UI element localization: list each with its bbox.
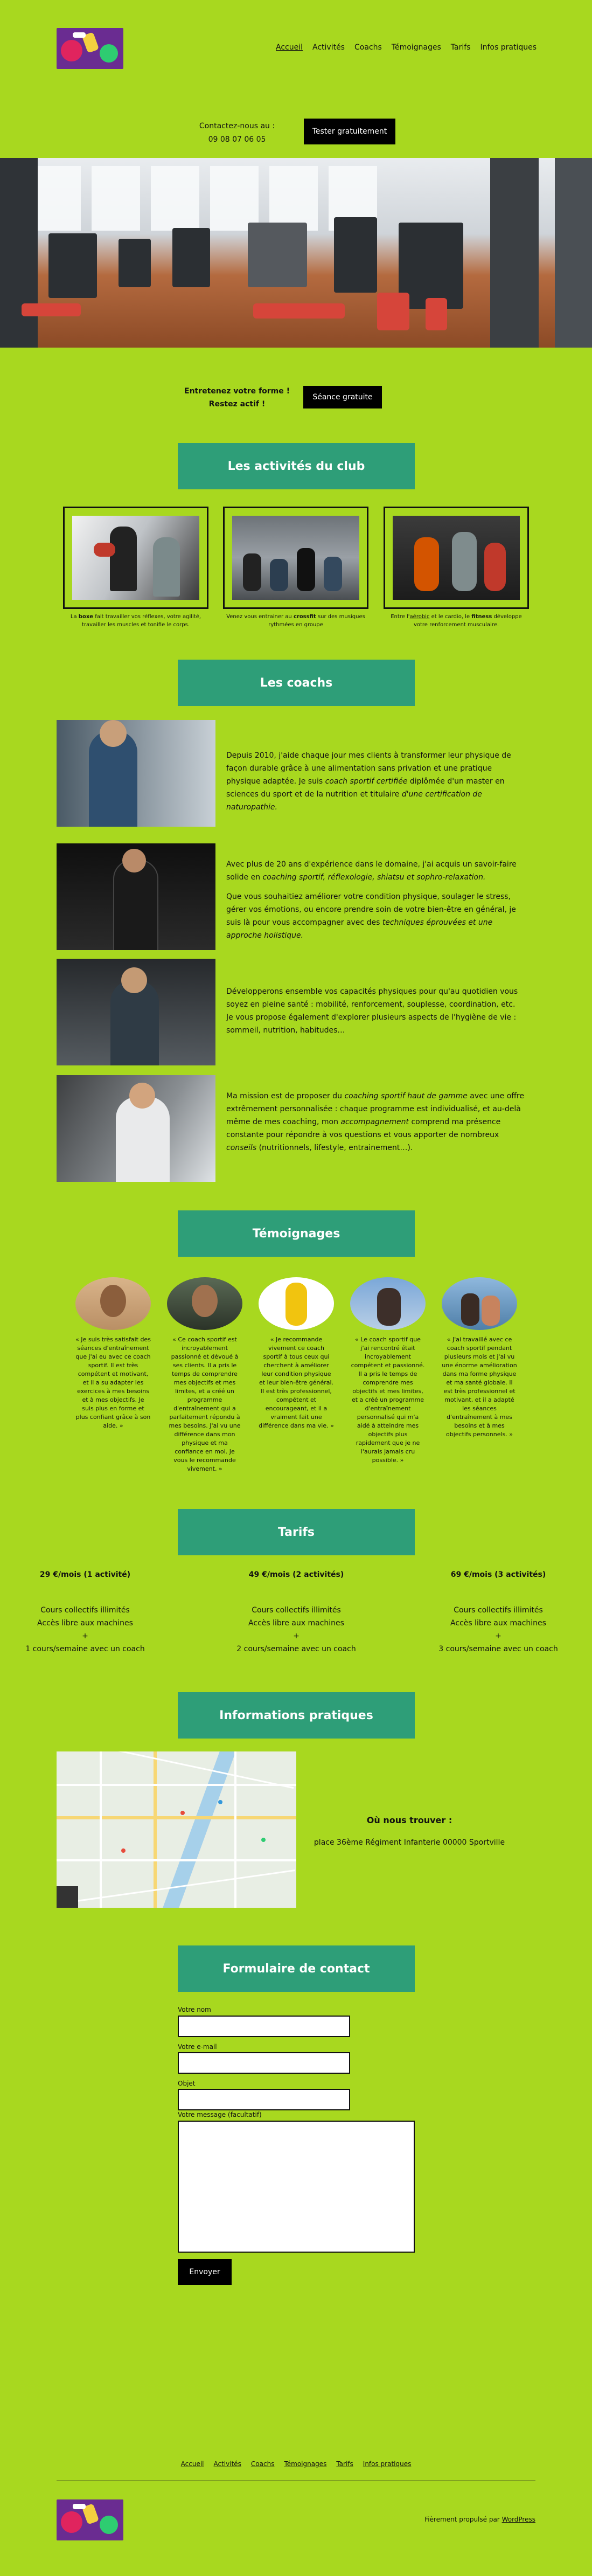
- cta-line-1: Entretenez votre forme !: [184, 387, 290, 396]
- free-trial-button[interactable]: Tester gratuitement: [304, 119, 395, 144]
- name-input[interactable]: [178, 2016, 350, 2037]
- footer-nav-accueil[interactable]: Accueil: [181, 2460, 204, 2468]
- pricing-plan-3-line1: Cours collectifs illimités: [454, 1606, 543, 1615]
- activity-card-crossfit: [223, 507, 368, 609]
- subject-input[interactable]: [178, 2089, 350, 2110]
- coach-bio-1: Depuis 2010, j'aide chaque jour mes clie…: [226, 749, 528, 820]
- testimonial-avatar-1: [75, 1277, 151, 1330]
- pricing-plan-3: 69 €/mois (3 activités) Cours collectifs…: [417, 1568, 579, 1656]
- activity-card-boxe: [63, 507, 208, 609]
- activity-caption-boxe: La boxe fait travailler vos réflexes, vo…: [70, 614, 201, 628]
- footer-nav-coachs[interactable]: Coachs: [251, 2460, 275, 2468]
- testimonials-title: Témoignages: [178, 1210, 415, 1257]
- testimonial-avatar-2: [167, 1277, 242, 1330]
- nav-accueil[interactable]: Accueil: [276, 43, 303, 52]
- pricing-plan-3-plus: +: [495, 1632, 502, 1640]
- nav-coachs[interactable]: Coachs: [354, 43, 382, 52]
- fitness-photo: [393, 516, 520, 600]
- testimonial-avatar-3: [259, 1277, 334, 1330]
- coach-bio-2-p2: Que vous souhaitiez améliorer votre cond…: [226, 892, 516, 940]
- email-input[interactable]: [178, 2052, 350, 2074]
- nav-temoignages[interactable]: Témoignages: [392, 43, 441, 52]
- activity-caption-fitness: Entre l'aérobic et le cardio, le fitness…: [391, 614, 522, 628]
- email-label: Votre e-mail: [178, 2043, 217, 2051]
- testimonial-text-3: « Je recommande vivement ce coach sporti…: [259, 1336, 334, 1429]
- coach-bio-1-text: Depuis 2010, j'aide chaque jour mes clie…: [226, 751, 511, 812]
- coach-bio-3-text: Développerons ensemble vos capacités phy…: [226, 987, 518, 1035]
- pricing-plan-3-name: 69 €/mois (3 activités): [450, 1570, 546, 1579]
- coaches-title: Les coachs: [178, 660, 415, 706]
- contact-phone: Contactez-nous au : 09 08 07 06 05: [194, 120, 280, 147]
- coach-bio-2-p1: Avec plus de 20 ans d'expérience dans le…: [226, 860, 517, 882]
- pricing-plan-1-line1: Cours collectifs illimités: [40, 1606, 130, 1615]
- nav-infos-pratiques[interactable]: Infos pratiques: [480, 43, 537, 52]
- subject-label: Objet: [178, 2080, 196, 2087]
- testimonial-text-1: « Je suis très satisfait des séances d'e…: [75, 1336, 151, 1429]
- coach-bio-3: Développerons ensemble vos capacités phy…: [226, 985, 528, 1043]
- pricing-plan-2-line2: Accès libre aux machines: [248, 1619, 344, 1628]
- practical-info-title: Informations pratiques: [178, 1692, 415, 1739]
- testimonial-avatar-4: [350, 1277, 426, 1330]
- pricing-plan-1: 29 €/mois (1 activité) Cours collectifs …: [4, 1568, 166, 1656]
- location-title: Où nous trouver :: [366, 1815, 452, 1825]
- crossfit-photo: [232, 516, 359, 600]
- powered-by: Fièrement propulsé par WordPress: [424, 2516, 535, 2523]
- location-info: Où nous trouver : place 36ème Régiment I…: [302, 1815, 517, 1847]
- coach-photo-2: [57, 843, 215, 950]
- location-address: place 36ème Régiment Infanterie 00000 Sp…: [314, 1838, 505, 1847]
- pricing-plan-1-plus: +: [82, 1632, 88, 1640]
- contact-label: Contactez-nous au :: [199, 122, 275, 130]
- footer-nav-temoignages[interactable]: Témoignages: [284, 2460, 326, 2468]
- pricing-plan-1-line2: Accès libre aux machines: [37, 1619, 133, 1628]
- testimonial-avatar-5: [442, 1277, 517, 1330]
- pricing-plan-2-plus: +: [293, 1632, 300, 1640]
- aerobic-link[interactable]: aérobic: [410, 614, 430, 620]
- pricing-plan-1-name: 29 €/mois (1 activité): [39, 1570, 131, 1579]
- cta-line-2: Restez actif !: [208, 400, 266, 408]
- contact-number: 09 08 07 06 05: [208, 135, 266, 144]
- name-label: Votre nom: [178, 2006, 211, 2013]
- send-button[interactable]: Envoyer: [178, 2259, 232, 2285]
- message-label: Votre message (facultatif): [178, 2111, 262, 2118]
- pricing-plan-3-line3: 3 cours/semaine avec un coach: [438, 1645, 558, 1653]
- footer-nav-activites[interactable]: Activités: [214, 2460, 241, 2468]
- coach-photo-3: [57, 959, 215, 1065]
- pricing-plan-2-line3: 2 cours/semaine avec un coach: [236, 1645, 356, 1653]
- location-map[interactable]: [57, 1751, 296, 1908]
- coach-bio-2: Avec plus de 20 ans d'expérience dans le…: [226, 858, 528, 948]
- footer-nav: Accueil Activités Coachs Témoignages Tar…: [0, 2460, 592, 2468]
- testimonial-text-2: « Ce coach sportif est incroyablement pa…: [169, 1336, 241, 1472]
- coach-bio-4: Ma mission est de proposer du coaching s…: [226, 1090, 528, 1161]
- testimonial-text-4: « Le coach sportif que j'ai rencontré ét…: [351, 1336, 425, 1464]
- pricing-title: Tarifs: [178, 1509, 415, 1555]
- message-textarea[interactable]: [178, 2121, 415, 2253]
- pricing-plan-2-line1: Cours collectifs illimités: [252, 1606, 341, 1615]
- testimonial-text-5: « J'ai travaillé avec ce coach sportif p…: [442, 1336, 517, 1438]
- site-logo[interactable]: [57, 28, 123, 69]
- pricing-plan-2: 49 €/mois (2 activités) Cours collectifs…: [215, 1568, 377, 1656]
- nav-tarifs[interactable]: Tarifs: [451, 43, 471, 52]
- activity-card-fitness: [384, 507, 529, 609]
- footer-logo[interactable]: [57, 2499, 123, 2540]
- boxing-photo: [72, 516, 199, 600]
- gym-hero-image: [0, 158, 592, 348]
- coach-photo-4: [57, 1075, 215, 1182]
- pricing-plan-3-line2: Accès libre aux machines: [450, 1619, 546, 1628]
- main-nav: Accueil Activités Coachs Témoignages Tar…: [276, 43, 537, 52]
- coach-photo-1: [57, 720, 215, 827]
- pricing-plan-1-line3: 1 cours/semaine avec un coach: [25, 1645, 145, 1653]
- footer-nav-tarifs[interactable]: Tarifs: [336, 2460, 353, 2468]
- pricing-plan-2-name: 49 €/mois (2 activités): [248, 1570, 344, 1579]
- cta-slogan: Entretenez votre forme ! Restez actif !: [183, 385, 291, 411]
- activity-caption-crossfit: Venez vous entrainer au crossfit sur des…: [226, 614, 365, 628]
- free-session-button[interactable]: Séance gratuite: [303, 386, 382, 408]
- wordpress-link[interactable]: WordPress: [502, 2516, 535, 2523]
- contact-form-title: Formulaire de contact: [178, 1945, 415, 1992]
- coach-bio-4-text: Ma mission est de proposer du coaching s…: [226, 1092, 524, 1152]
- footer-nav-infos[interactable]: Infos pratiques: [363, 2460, 412, 2468]
- nav-activites[interactable]: Activités: [312, 43, 345, 52]
- activities-title: Les activités du club: [178, 443, 415, 489]
